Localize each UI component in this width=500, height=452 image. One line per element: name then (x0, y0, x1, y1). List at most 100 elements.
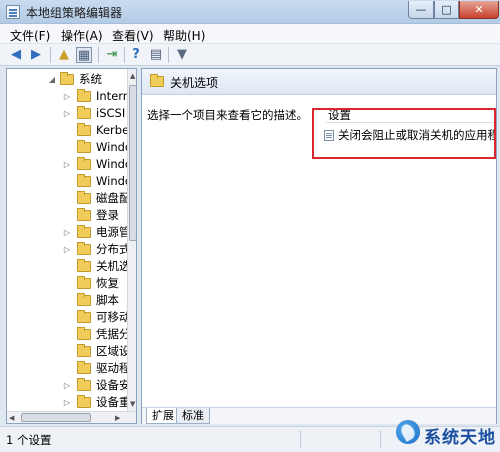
export-list-icon[interactable]: ⇥ (104, 47, 120, 63)
folder-icon (77, 395, 91, 408)
folder-icon (77, 106, 91, 119)
minimize-button[interactable]: — (408, 1, 434, 19)
expanded-arrow-icon[interactable]: ◢ (47, 71, 57, 88)
settings-list: 设置 关闭会阻止或取消关机的应用程序的自动终止功能 (324, 103, 496, 375)
setting-row[interactable]: 关闭会阻止或取消关机的应用程序的自动终止功能 (324, 127, 496, 144)
tree-vertical-scroll-thumb[interactable] (129, 85, 136, 241)
tree-item-label: 脚本 (96, 293, 119, 307)
tree-item[interactable]: ◢ 系统 (7, 71, 136, 88)
folder-icon (77, 123, 91, 136)
expand-arrow-icon[interactable]: ▷ (62, 105, 72, 122)
tree-item-label: 凭据分 (96, 327, 131, 341)
expand-arrow-icon[interactable]: ▷ (62, 377, 72, 394)
expand-arrow-icon[interactable]: ▷ (62, 88, 72, 105)
status-separator (380, 430, 381, 448)
menu-file[interactable]: 文件(F) (10, 27, 50, 44)
folder-icon (77, 310, 91, 323)
forward-arrow-icon[interactable]: ▶ (28, 47, 44, 63)
description-text: 选择一个项目来查看它的描述。 (147, 108, 308, 122)
scroll-down-arrow-icon[interactable]: ▼ (130, 399, 135, 409)
settings-column-header[interactable]: 设置 (328, 107, 351, 123)
folder-icon (77, 276, 91, 289)
tree-item[interactable]: Windows (7, 139, 136, 156)
tree-item[interactable]: 脚本 (7, 292, 136, 309)
tree-horizontal-scroll-thumb[interactable] (21, 413, 91, 422)
watermark-logo-icon (396, 420, 420, 444)
toolbar-separator (168, 47, 169, 63)
tree-item[interactable]: ▷Windows (7, 156, 136, 173)
tree-item[interactable]: ▷ 设备重 (7, 394, 136, 411)
tree-item[interactable]: 驱动程 (7, 360, 136, 377)
scroll-left-arrow-icon[interactable]: ◀ (9, 413, 14, 423)
tab-extended[interactable]: 扩展 (146, 408, 180, 424)
menu-view[interactable]: 查看(V) (112, 27, 154, 44)
expand-arrow-icon[interactable]: ▷ (62, 224, 72, 241)
details-pane-title: 关机选项 (170, 76, 219, 90)
tree-item[interactable]: 恢复 (7, 275, 136, 292)
help-icon[interactable]: ? (128, 47, 144, 63)
folder-icon (77, 225, 91, 238)
view-tabs: 扩展 标准 (142, 407, 496, 424)
tree-item-label: 分布式 (96, 242, 131, 256)
tree-item[interactable]: 凭据分 (7, 326, 136, 343)
expand-arrow-icon[interactable]: ▷ (62, 241, 72, 258)
folder-icon (77, 140, 91, 153)
folder-icon (77, 242, 91, 255)
window-title: 本地组策略编辑器 (26, 6, 123, 20)
tree-item[interactable]: 可移动 (7, 309, 136, 326)
tree-item-label: 系统 (79, 72, 102, 86)
tree-item[interactable]: Kerberos (7, 122, 136, 139)
folder-icon (77, 361, 91, 374)
details-pane: 关机选项 选择一个项目来查看它的描述。 设置 关闭会阻止或取消关机的应用程序的自… (141, 68, 497, 424)
close-button[interactable]: ✕ (459, 1, 499, 19)
menu-help[interactable]: 帮助(H) (163, 27, 205, 44)
folder-icon (77, 344, 91, 357)
details-pane-header: 关机选项 (142, 69, 496, 95)
tree-item-label: 区域设 (96, 344, 131, 358)
tree-item-label: 可移动 (96, 310, 131, 324)
tree-horizontal-scrollbar[interactable]: ◀ ▶ (7, 411, 136, 423)
menu-bar: 文件(F) 操作(A) 查看(V) 帮助(H) (0, 24, 500, 44)
title-bar: 本地组策略编辑器 — □ ✕ (0, 0, 500, 24)
folder-icon (60, 72, 74, 85)
tab-standard[interactable]: 标准 (176, 408, 210, 424)
expand-arrow-icon[interactable]: ▷ (62, 156, 72, 173)
folder-icon (77, 327, 91, 340)
tree-item[interactable]: ▷ iSCSI (7, 105, 136, 122)
tree-item[interactable]: 关机选项 (7, 258, 136, 275)
setting-label: 关闭会阻止或取消关机的应用程序的自动终止功能 (338, 128, 496, 142)
filter-icon[interactable]: ▼ (174, 47, 190, 63)
status-text: 1 个设置 (6, 433, 52, 447)
tree-item[interactable]: 磁盘配额 (7, 190, 136, 207)
toolbar-separator (124, 47, 125, 63)
tree-item[interactable]: Windows (7, 173, 136, 190)
tree-item[interactable]: ▷电源管理 (7, 224, 136, 241)
settings-header-divider (326, 122, 496, 123)
folder-icon (77, 174, 91, 187)
properties-icon[interactable]: ▤ (148, 47, 164, 63)
tree-item[interactable]: ▷ 分布式 (7, 241, 136, 258)
tree-pane[interactable]: ◢系统▷Internet▷iSCSIKerberosWindows▷Window… (6, 68, 137, 424)
tree-vertical-scrollbar[interactable]: ▲ ▼ (127, 69, 136, 411)
tree-item[interactable]: ▷Internet (7, 88, 136, 105)
back-arrow-icon[interactable]: ◀ (8, 47, 24, 63)
expand-arrow-icon[interactable]: ▷ (62, 394, 72, 411)
tree-item[interactable]: ▷ 设备安 (7, 377, 136, 394)
menu-action[interactable]: 操作(A) (61, 27, 103, 44)
up-folder-icon[interactable]: ▲ (56, 47, 72, 63)
folder-icon (77, 293, 91, 306)
tree-item-label: 恢复 (96, 276, 119, 290)
tree-item[interactable]: 区域设 (7, 343, 136, 360)
show-hide-tree-icon[interactable]: ▦ (76, 47, 92, 63)
tree-item[interactable]: 登录 (7, 207, 136, 224)
tree-item-label: 驱动程 (96, 361, 131, 375)
watermark-text: 系统天地 (424, 428, 496, 448)
scroll-right-arrow-icon[interactable]: ▶ (115, 413, 120, 423)
maximize-button[interactable]: □ (434, 1, 459, 19)
tree-item-label: 设备重 (96, 395, 131, 409)
folder-icon (77, 157, 91, 170)
status-separator (300, 430, 301, 448)
tree-item-label: iSCSI (96, 106, 126, 120)
scroll-up-arrow-icon[interactable]: ▲ (130, 71, 135, 81)
toolbar-separator (50, 47, 51, 63)
